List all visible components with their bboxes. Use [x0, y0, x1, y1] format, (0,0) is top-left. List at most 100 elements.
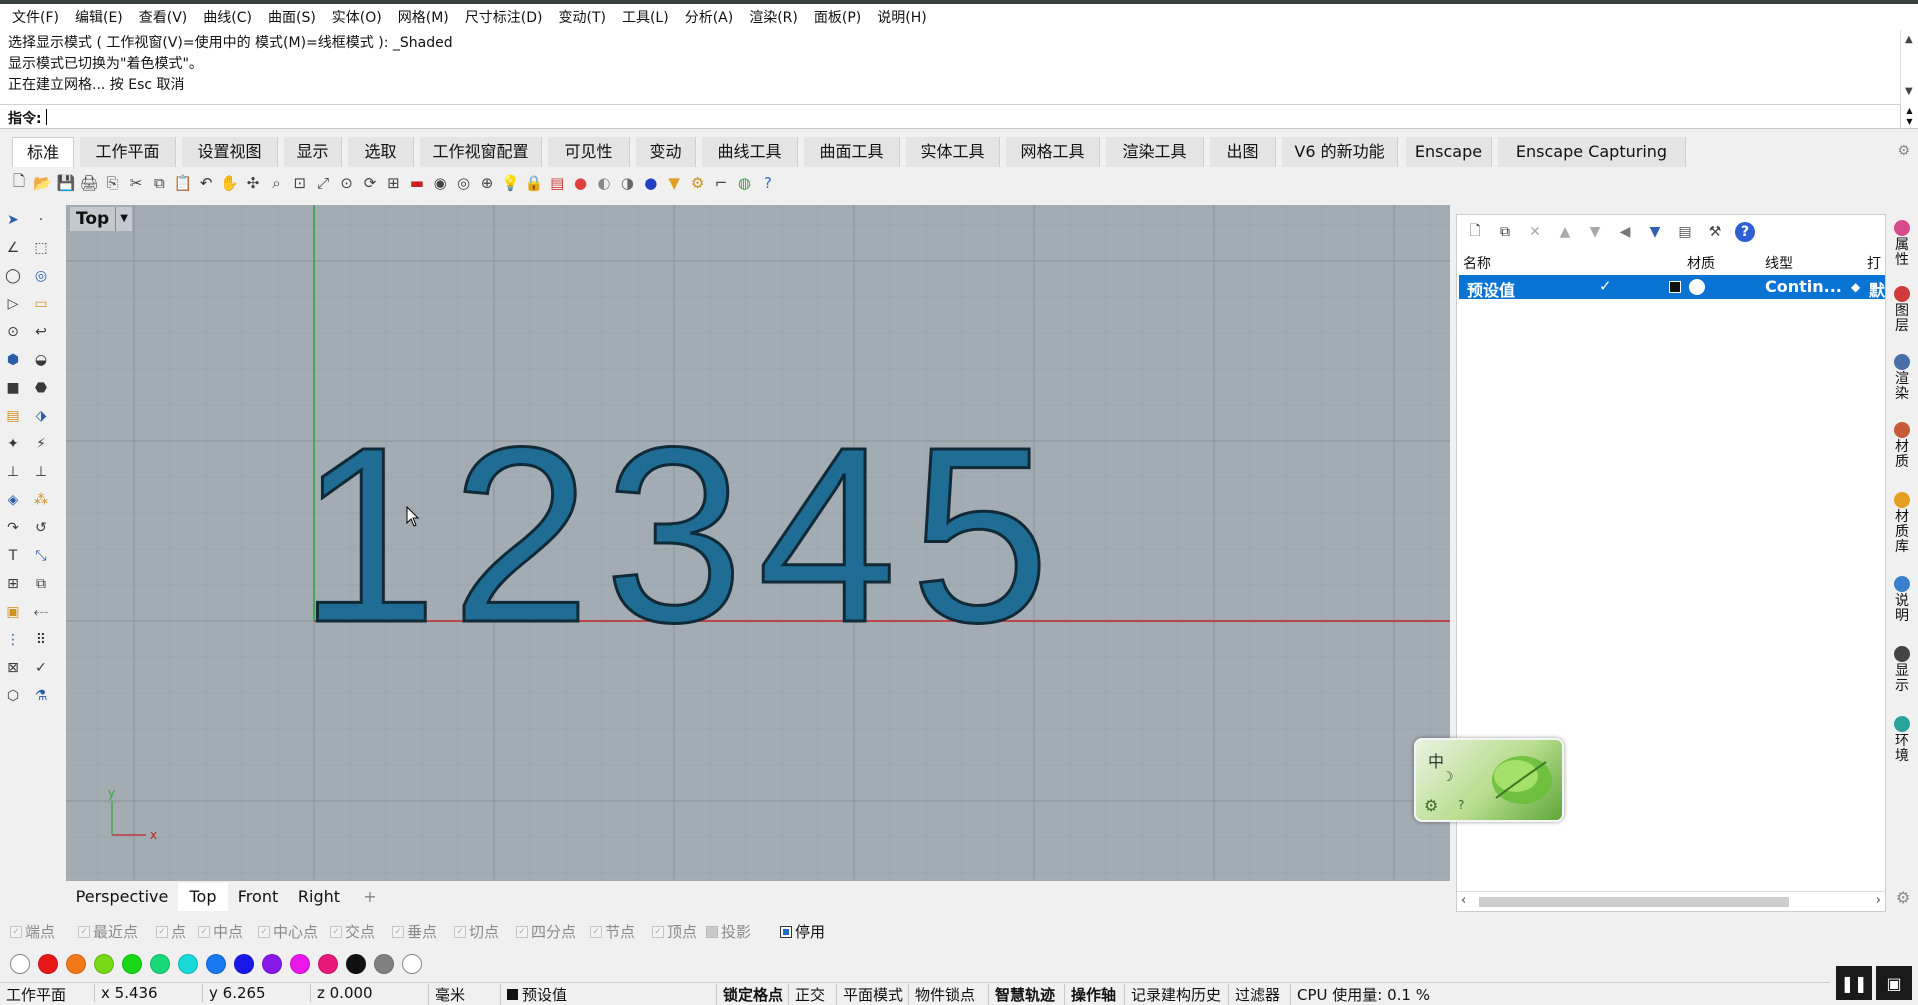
- toolbox-tool-icon[interactable]: ⬗: [30, 408, 52, 430]
- add-viewport-tab[interactable]: +: [358, 883, 382, 911]
- toolbox-tool-icon[interactable]: ⚡: [30, 436, 52, 458]
- render-sphere-icon[interactable]: ◑: [616, 172, 638, 194]
- viewport-top[interactable]: 12345 x y Top ▼: [66, 205, 1450, 881]
- menu-item[interactable]: 面板(P): [806, 7, 869, 27]
- viewport-tab-perspective[interactable]: Perspective: [70, 883, 174, 911]
- osnap-6[interactable]: ✓ 垂点: [392, 921, 437, 942]
- toolbox-tool-icon[interactable]: ✦: [2, 436, 24, 458]
- toolbox-tool-icon[interactable]: ⋮: [2, 632, 24, 654]
- color-wheel-icon[interactable]: ●: [570, 172, 592, 194]
- tab-11[interactable]: 网格工具: [1006, 137, 1100, 167]
- osnap-12[interactable]: 停用: [780, 921, 825, 942]
- paste-icon[interactable]: 📋: [172, 172, 194, 194]
- toolbox-tool-icon[interactable]: ◯: [2, 268, 24, 290]
- toolbox-tool-icon[interactable]: ⬢: [2, 352, 24, 374]
- toolbox-tool-icon[interactable]: ⊥: [2, 464, 24, 486]
- save-icon[interactable]: 💾: [55, 172, 77, 194]
- viewport-dropdown-icon[interactable]: ▼: [115, 207, 128, 231]
- tab-9[interactable]: 曲面工具: [804, 137, 900, 167]
- osnap-checkbox[interactable]: ✓: [156, 925, 168, 938]
- col-print[interactable]: 打: [1867, 253, 1881, 273]
- layer-row[interactable]: 预设值 ✓ Contin... ◆ 默: [1459, 275, 1885, 301]
- menu-item[interactable]: 网格(M): [390, 7, 457, 27]
- zoom-extents-icon[interactable]: ⤢: [312, 172, 334, 194]
- toolbox-tool-icon[interactable]: ■: [2, 380, 24, 402]
- lock-icon[interactable]: 🔒: [523, 172, 545, 194]
- blue-sphere-icon[interactable]: ●: [640, 172, 662, 194]
- menu-item[interactable]: 编辑(E): [67, 7, 131, 27]
- color-swatch[interactable]: [234, 954, 254, 974]
- color-swatch[interactable]: [94, 954, 114, 974]
- tab-1[interactable]: 工作平面: [80, 137, 176, 167]
- color-swatch[interactable]: [318, 954, 338, 974]
- viewport-title[interactable]: Top ▼: [70, 207, 132, 231]
- col-name[interactable]: 名称: [1463, 253, 1491, 273]
- tab-15[interactable]: Enscape: [1406, 137, 1492, 167]
- layer-name[interactable]: 预设值: [1467, 277, 1515, 301]
- color-swatch[interactable]: [290, 954, 310, 974]
- toolbox-tool-icon[interactable]: ⬚: [30, 240, 52, 262]
- layer-color-swatch[interactable]: [1669, 281, 1681, 293]
- tools-icon[interactable]: ⚒: [1705, 222, 1725, 242]
- toolbox-tool-icon[interactable]: ⚗: [30, 688, 52, 710]
- toolbox-tool-icon[interactable]: ⊞: [2, 576, 24, 598]
- layer-linetype[interactable]: Contin...: [1765, 277, 1842, 296]
- toolbox-tool-icon[interactable]: ▷: [2, 296, 24, 318]
- osnap-10[interactable]: ✓ 顶点: [652, 921, 697, 942]
- toolbox-tool-icon[interactable]: ⤎: [30, 604, 52, 626]
- new-sublayer-icon[interactable]: ⧉: [1495, 222, 1515, 242]
- tab-2[interactable]: 设置视图: [182, 137, 278, 167]
- toolbox-tool-icon[interactable]: ⬡: [2, 688, 24, 710]
- new-icon[interactable]: 🗋: [8, 172, 30, 194]
- car-icon[interactable]: ▬: [406, 172, 428, 194]
- screen-capture-icon[interactable]: ▣: [1876, 966, 1912, 1000]
- toolbox-tool-icon[interactable]: ·: [30, 212, 52, 234]
- layers-hscroll[interactable]: ‹ ›: [1457, 891, 1887, 911]
- help-icon[interactable]: ?: [757, 172, 779, 194]
- color-swatch[interactable]: [10, 954, 30, 974]
- undo-icon[interactable]: ↶: [195, 172, 217, 194]
- osnap-9[interactable]: ✓ 节点: [590, 921, 635, 942]
- tab-10[interactable]: 实体工具: [906, 137, 1000, 167]
- history-scrollbar[interactable]: ▲ ▼: [1900, 30, 1918, 105]
- material-sphere-icon[interactable]: [1689, 279, 1705, 295]
- osnap-checkbox[interactable]: ✓: [590, 925, 602, 938]
- print-color-diamond-icon[interactable]: ◆: [1851, 280, 1860, 294]
- tab-0[interactable]: 标准: [12, 137, 74, 167]
- osnap-5[interactable]: ✓ 交点: [330, 921, 375, 942]
- color-swatch[interactable]: [346, 954, 366, 974]
- toolbox-tool-icon[interactable]: ∠: [2, 240, 24, 262]
- menu-item[interactable]: 说明(H): [869, 7, 934, 27]
- osnap-11[interactable]: 投影: [706, 921, 751, 942]
- osnap-checkbox[interactable]: ✓: [198, 925, 210, 938]
- menu-item[interactable]: 变动(T): [550, 7, 613, 27]
- toolbox-tool-icon[interactable]: ◈: [2, 492, 24, 514]
- tab-6[interactable]: 可见性: [548, 137, 630, 167]
- side-tab-7[interactable]: 环境: [1886, 716, 1918, 764]
- osnap-checkbox[interactable]: [780, 925, 792, 938]
- osnap-checkbox[interactable]: ✓: [454, 925, 466, 938]
- toolbox-tool-icon[interactable]: ◒: [30, 352, 52, 374]
- settings-gear-icon[interactable]: ⚙: [687, 172, 709, 194]
- side-tab-5[interactable]: 说明: [1886, 576, 1918, 624]
- world-icon[interactable]: ◍: [733, 172, 755, 194]
- menu-item[interactable]: 曲线(C): [195, 7, 260, 27]
- filter-icon[interactable]: ▼: [663, 172, 685, 194]
- delete-icon[interactable]: ✕: [1525, 222, 1545, 242]
- ime-moon-icon[interactable]: ☽: [1442, 770, 1454, 785]
- rotate-icon[interactable]: ⟳: [359, 172, 381, 194]
- viewport-canvas[interactable]: 12345 x y: [66, 205, 1450, 881]
- tab-13[interactable]: 出图: [1210, 137, 1276, 167]
- open-icon[interactable]: 📂: [31, 172, 53, 194]
- tab-7[interactable]: 变动: [636, 137, 696, 167]
- layer-icon[interactable]: ▤: [546, 172, 568, 194]
- toolbox-tool-icon[interactable]: ⊠: [2, 660, 24, 682]
- scroll-right-icon[interactable]: ›: [1876, 893, 1881, 908]
- ime-mode[interactable]: 中: [1428, 748, 1444, 772]
- toolbox-tool-icon[interactable]: ⊙: [2, 324, 24, 346]
- layer-print[interactable]: 默: [1869, 277, 1885, 301]
- toolbox-tool-icon[interactable]: ↷: [2, 520, 24, 542]
- side-tab-4[interactable]: 材质库: [1886, 492, 1918, 555]
- tab-4[interactable]: 选取: [348, 137, 414, 167]
- color-swatch[interactable]: [122, 954, 142, 974]
